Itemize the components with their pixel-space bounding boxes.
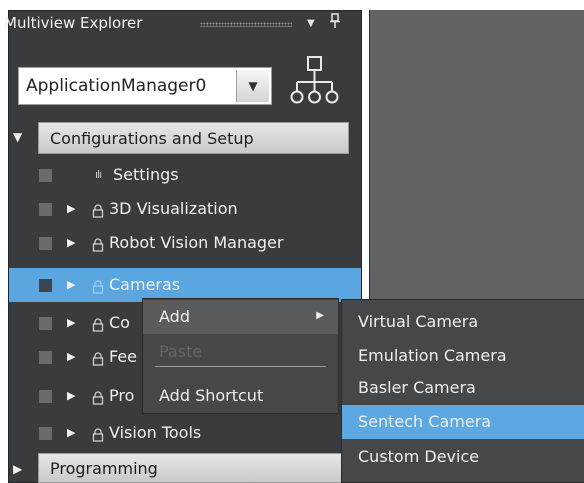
application-selector[interactable]: ApplicationManager0 ▼ <box>18 67 272 105</box>
expand-arrow-icon[interactable]: ▶ <box>67 236 75 249</box>
menu-item-label: Add <box>159 307 190 326</box>
checkbox[interactable] <box>39 237 52 250</box>
menu-item-label: Paste <box>159 342 203 361</box>
expand-arrow-icon[interactable]: ▶ <box>67 278 75 291</box>
tree-item-label: Co <box>109 313 130 332</box>
menu-item-label: Add Shortcut <box>159 386 264 405</box>
checkbox[interactable] <box>39 390 52 403</box>
expand-arrow-icon[interactable]: ▶ <box>67 202 75 215</box>
section-configurations-and-setup[interactable]: Configurations and Setup <box>38 122 349 154</box>
menu-item-label: Basler Camera <box>358 378 476 397</box>
tree-item-label: Cameras <box>109 275 181 294</box>
submenu-arrow-icon: ▶ <box>316 310 324 321</box>
lock-icon <box>92 351 104 366</box>
hierarchy-icon[interactable] <box>288 55 340 111</box>
lock-icon <box>92 427 104 442</box>
menu-item-paste[interactable]: Paste <box>143 335 338 369</box>
menu-separator <box>155 366 326 367</box>
checkbox[interactable] <box>39 317 52 330</box>
menu-item-label: Sentech Camera <box>358 412 492 431</box>
tree-item-cameras[interactable]: ▶ Cameras <box>9 268 361 302</box>
lock-icon <box>92 317 104 332</box>
menu-item-label: Virtual Camera <box>358 312 479 331</box>
lock-icon <box>92 279 104 294</box>
menu-item-label: Custom Device <box>358 447 480 466</box>
menu-item-custom-device[interactable]: Custom Device <box>342 440 584 474</box>
chevron-down-icon[interactable]: ▼ <box>236 70 269 102</box>
pin-icon[interactable] <box>329 13 341 33</box>
add-submenu: Virtual Camera Emulation Camera Basler C… <box>341 299 584 483</box>
collapsed-triangle-icon[interactable]: ▶ <box>13 462 22 476</box>
menu-item-sentech-camera[interactable]: Sentech Camera <box>342 405 584 439</box>
menu-item-add[interactable]: Add ▶ <box>143 300 338 334</box>
section-label: Programming <box>50 459 158 478</box>
menu-item-virtual-camera[interactable]: Virtual Camera <box>342 305 584 339</box>
tree-item-label: Settings <box>113 165 179 184</box>
section-programming[interactable]: Programming <box>38 453 349 483</box>
application-selector-value: ApplicationManager0 <box>26 76 207 96</box>
tree-item-robot-vision-manager[interactable]: ▶ Robot Vision Manager <box>9 226 361 260</box>
tree-item-label: Vision Tools <box>109 423 202 442</box>
settings-icon: ılı <box>95 168 102 181</box>
tree-item-label: 3D Visualization <box>109 199 238 218</box>
tree-item-label: Pro <box>109 386 135 405</box>
drag-grip[interactable] <box>200 22 292 27</box>
menu-item-label: Emulation Camera <box>358 346 507 365</box>
lock-icon <box>92 390 104 405</box>
tree-item-settings[interactable]: ılı Settings <box>9 158 361 192</box>
lock-icon <box>92 237 104 252</box>
tree-item-label: Fee <box>109 347 138 366</box>
tree-item-label: Robot Vision Manager <box>109 233 284 252</box>
tree-item-vision-tools[interactable]: ▶ Vision Tools <box>9 416 361 450</box>
checkbox[interactable] <box>39 279 52 292</box>
checkbox[interactable] <box>39 427 52 440</box>
menu-item-add-shortcut[interactable]: Add Shortcut <box>143 379 338 413</box>
panel-titlebar: Multiview Explorer ▼ <box>0 10 352 36</box>
context-menu: Add ▶ Paste Add Shortcut <box>142 298 339 414</box>
checkbox[interactable] <box>39 169 52 182</box>
expand-arrow-icon[interactable]: ▶ <box>67 316 75 329</box>
window: Multiview Explorer ▼ ApplicationManager0… <box>0 0 584 483</box>
lock-icon <box>92 203 104 218</box>
menu-item-basler-camera[interactable]: Basler Camera <box>342 371 584 405</box>
tree-item-3d-visualization[interactable]: ▶ 3D Visualization <box>9 192 361 226</box>
checkbox[interactable] <box>39 351 52 364</box>
expanded-triangle-icon[interactable]: ▼ <box>13 130 22 144</box>
checkbox[interactable] <box>39 203 52 216</box>
expand-arrow-icon[interactable]: ▶ <box>67 350 75 363</box>
expand-arrow-icon[interactable]: ▶ <box>67 389 75 402</box>
triangle-down-icon[interactable]: ▼ <box>307 18 315 29</box>
section-label: Configurations and Setup <box>50 129 254 148</box>
expand-arrow-icon[interactable]: ▶ <box>67 426 75 439</box>
menu-item-emulation-camera[interactable]: Emulation Camera <box>342 339 584 373</box>
panel-title: Multiview Explorer <box>4 14 143 32</box>
